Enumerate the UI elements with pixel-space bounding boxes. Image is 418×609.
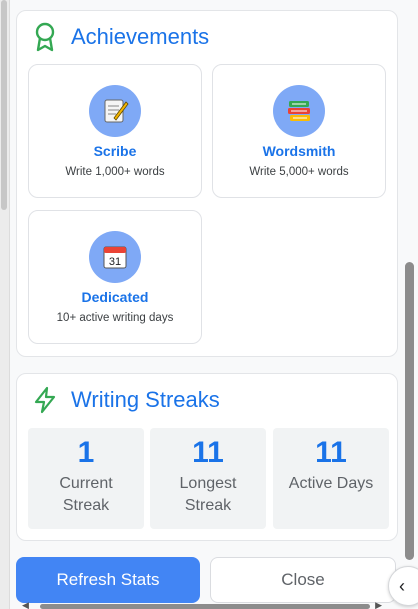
badge-wordsmith: Wordsmith Write 5,000+ words — [212, 64, 386, 198]
vertical-scrollbar[interactable] — [402, 0, 416, 560]
chevron-left-icon: ‹ — [399, 575, 405, 596]
badge-dedicated: 31 Dedicated 10+ active writing days — [28, 210, 202, 344]
stat-value: 1 — [77, 436, 95, 469]
horizontal-scrollbar[interactable]: ◀ ▶ — [22, 600, 382, 609]
scroll-left-arrow-icon[interactable]: ◀ — [22, 600, 29, 609]
lightning-icon — [31, 386, 59, 414]
memo-icon — [89, 85, 141, 137]
stat-value: 11 — [192, 436, 224, 469]
badge-name: Dedicated — [81, 289, 149, 305]
badge-description: Write 1,000+ words — [65, 166, 165, 178]
ribbon-icon — [31, 22, 59, 52]
stat-active-days: 11 Active Days — [273, 428, 389, 529]
close-button[interactable]: Close — [210, 557, 396, 603]
streaks-title: Writing Streaks — [71, 387, 220, 412]
calendar-day: 31 — [109, 256, 121, 268]
books-icon — [273, 85, 325, 137]
stat-label: Current Streak — [59, 475, 113, 514]
vertical-scrollbar-thumb[interactable] — [405, 262, 414, 560]
left-scrollbar-thumb[interactable] — [1, 0, 7, 210]
left-scrollbar[interactable] — [0, 0, 10, 609]
stat-longest-streak: 11 Longest Streak — [150, 428, 266, 529]
badge-scribe: Scribe Write 1,000+ words — [28, 64, 202, 198]
streaks-header: Writing Streaks — [31, 386, 220, 414]
streaks-card: Writing Streaks 1 Current Streak 11 Long… — [16, 373, 398, 541]
stat-label: Longest Streak — [179, 475, 237, 514]
horizontal-scrollbar-thumb[interactable] — [40, 604, 370, 609]
badge-description: 10+ active writing days — [56, 312, 174, 324]
badge-description: Write 5,000+ words — [249, 166, 349, 178]
stat-current-streak: 1 Current Streak — [28, 428, 144, 529]
refresh-stats-button[interactable]: Refresh Stats — [16, 557, 200, 603]
achievements-header: Achievements — [31, 22, 210, 52]
badge-name: Scribe — [93, 143, 137, 159]
stat-label: Active Days — [288, 475, 374, 492]
stat-value: 11 — [315, 436, 347, 469]
badge-name: Wordsmith — [262, 143, 336, 159]
achievements-title: Achievements — [71, 24, 210, 49]
scroll-right-arrow-icon[interactable]: ▶ — [375, 600, 382, 609]
stats-panel: Achievements Scribe Write 1,000+ words W… — [0, 0, 418, 609]
calendar-icon: 31 — [89, 231, 141, 283]
achievements-card: Achievements Scribe Write 1,000+ words W… — [16, 10, 398, 357]
